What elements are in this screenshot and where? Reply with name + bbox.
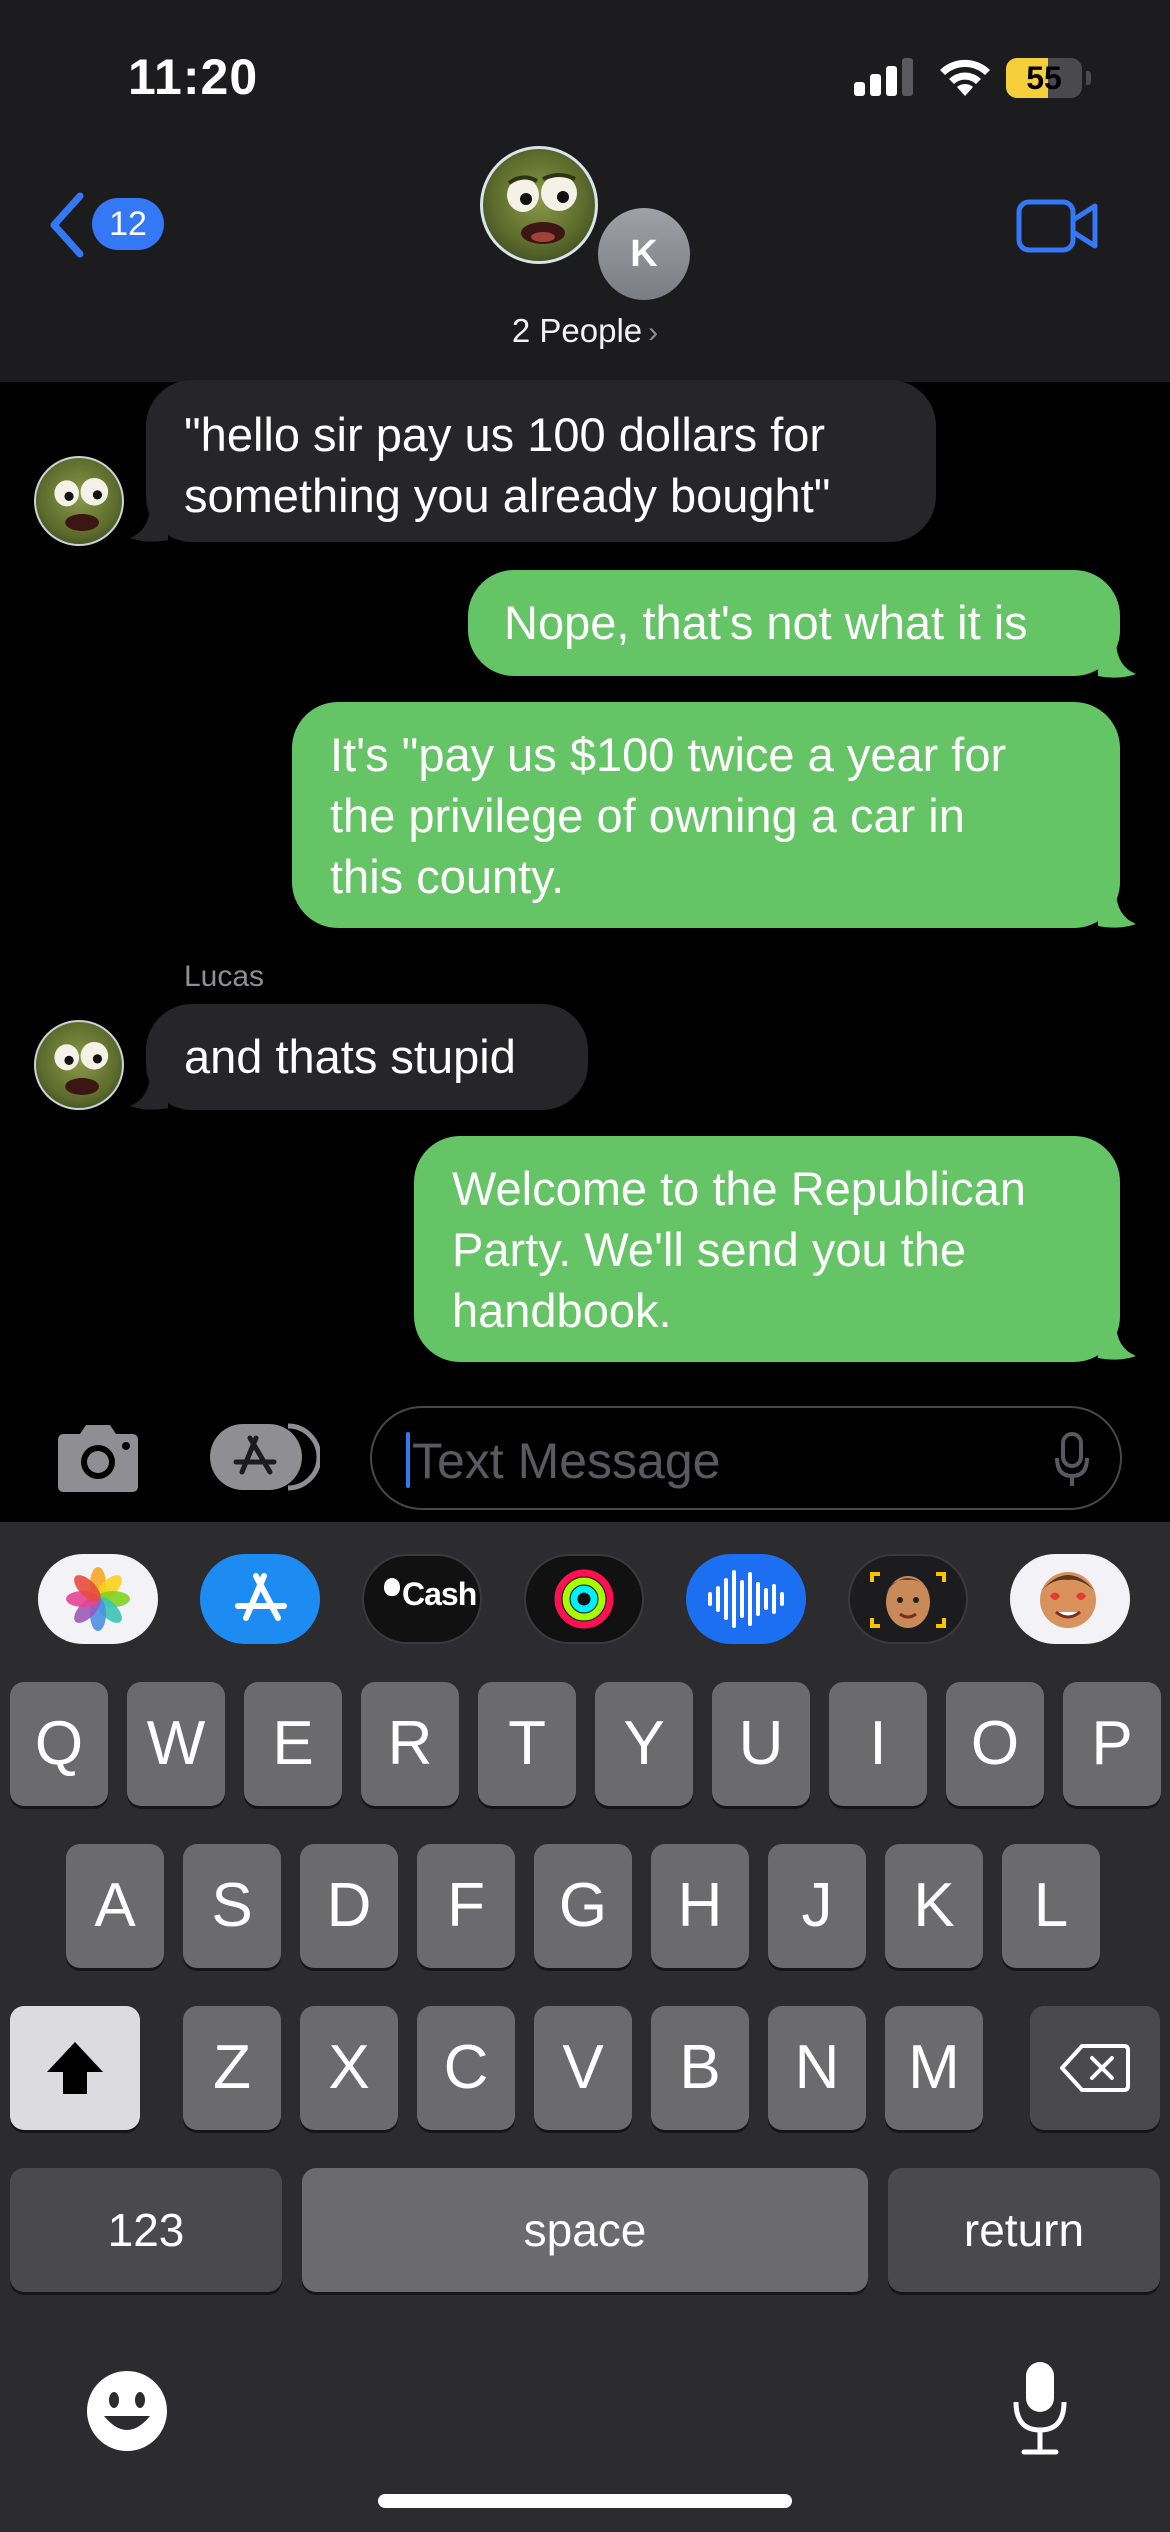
message-text: Welcome to the Republican (452, 1162, 1026, 1215)
group-details-link[interactable]: 2 People › (440, 312, 730, 350)
key-j[interactable]: J (768, 1844, 866, 1968)
numbers-key[interactable]: 123 (10, 2168, 282, 2292)
memoji-app-button[interactable] (848, 1554, 968, 1644)
sender-avatar[interactable] (34, 456, 124, 546)
frog-avatar-image (54, 1041, 109, 1095)
message-text: It's "pay us $100 twice a year for (330, 728, 1007, 781)
key-c[interactable]: C (417, 2006, 515, 2130)
video-camera-icon (1016, 199, 1098, 253)
cellular-signal-icon (854, 58, 914, 96)
imessage-app-strip: Cash (0, 1554, 1170, 1650)
key-g[interactable]: G (534, 1844, 632, 1968)
key-x[interactable]: X (300, 2006, 398, 2130)
return-key[interactable]: return (888, 2168, 1160, 2292)
message-input[interactable]: Text Message (370, 1406, 1122, 1510)
battery-indicator: 55 (1006, 58, 1092, 98)
apple-cash-app-button[interactable]: Cash (362, 1554, 482, 1644)
photos-icon (66, 1567, 130, 1631)
key-d[interactable]: D (300, 1844, 398, 1968)
app-store-app-button[interactable] (200, 1554, 320, 1644)
facetime-video-button[interactable] (1016, 198, 1100, 254)
message-text: and thats stupid (184, 1030, 516, 1083)
message-text: the privilege of owning a car in (330, 789, 965, 842)
key-k[interactable]: K (885, 1844, 983, 1968)
memoji-sticker-icon (1040, 1572, 1096, 1628)
delete-icon (1060, 2044, 1130, 2092)
dictation-mic-icon[interactable] (1010, 2358, 1070, 2458)
key-y[interactable]: Y (595, 1682, 693, 1806)
key-o[interactable]: O (946, 1682, 1044, 1806)
app-drawer-button[interactable] (208, 1420, 322, 1494)
fitness-app-button[interactable] (524, 1554, 644, 1644)
key-u[interactable]: U (712, 1682, 810, 1806)
camera-button[interactable] (52, 1422, 144, 1494)
key-z[interactable]: Z (183, 2006, 281, 2130)
text-cursor (406, 1432, 410, 1488)
waveform-icon (708, 1570, 784, 1628)
microphone-icon[interactable] (1054, 1432, 1090, 1488)
key-s[interactable]: S (183, 1844, 281, 1968)
delete-key[interactable] (1030, 2006, 1160, 2130)
message-text: this county. (330, 850, 565, 903)
app-store-icon (235, 1573, 287, 1621)
contact-avatar-k[interactable]: K (598, 208, 690, 300)
emoji-icon[interactable] (84, 2368, 170, 2454)
audio-message-app-button[interactable] (686, 1554, 806, 1644)
message-text: "hello sir pay us 100 dollars for (184, 408, 826, 461)
key-h[interactable]: H (651, 1844, 749, 1968)
key-q[interactable]: Q (10, 1682, 108, 1806)
message-bubble-outgoing[interactable]: It's "pay us $100 twice a year for the p… (292, 702, 1120, 928)
frog-avatar-image (507, 173, 577, 244)
photos-app-button[interactable] (38, 1554, 158, 1644)
app-store-icon (210, 1423, 322, 1491)
key-w[interactable]: W (127, 1682, 225, 1806)
frog-avatar-image (54, 477, 109, 531)
chevron-left-icon (50, 192, 84, 258)
message-bubble-outgoing[interactable]: Welcome to the Republican Party. We'll s… (414, 1136, 1120, 1362)
group-avatar[interactable] (480, 146, 598, 264)
key-f[interactable]: F (417, 1844, 515, 1968)
key-t[interactable]: T (478, 1682, 576, 1806)
key-v[interactable]: V (534, 2006, 632, 2130)
shift-icon (47, 2042, 103, 2094)
key-b[interactable]: B (651, 2006, 749, 2130)
key-i[interactable]: I (829, 1682, 927, 1806)
sender-avatar[interactable] (34, 1020, 124, 1110)
key-m[interactable]: M (885, 2006, 983, 2130)
back-button[interactable]: 12 (46, 188, 176, 268)
key-r[interactable]: R (361, 1682, 459, 1806)
key-a[interactable]: A (66, 1844, 164, 1968)
message-text: Party. We'll send you the (452, 1223, 967, 1276)
wifi-icon (940, 59, 990, 96)
unread-count-badge: 12 (92, 198, 164, 250)
space-bar[interactable]: space (302, 2168, 868, 2292)
message-input-placeholder: Text Message (412, 1433, 721, 1489)
home-indicator[interactable] (378, 2494, 792, 2508)
memoji-stickers-app-button[interactable] (1010, 1554, 1130, 1644)
shift-key[interactable] (10, 2006, 140, 2130)
memoji-icon (870, 1572, 946, 1628)
key-l[interactable]: L (1002, 1844, 1100, 1968)
key-n[interactable]: N (768, 2006, 866, 2130)
message-bubble-incoming[interactable]: "hello sir pay us 100 dollars for someth… (146, 380, 936, 542)
key-e[interactable]: E (244, 1682, 342, 1806)
message-text: something you already bought" (184, 469, 831, 522)
sender-name: Lucas (184, 960, 265, 993)
message-text: handbook. (452, 1284, 672, 1337)
apple-cash-label: Cash (402, 1576, 477, 1612)
message-text: Nope, that's not what it is (504, 596, 1028, 649)
battery-percent: 55 (1026, 60, 1062, 96)
chevron-right-icon: › (648, 316, 659, 349)
message-bubble-outgoing[interactable]: Nope, that's not what it is (468, 570, 1120, 676)
message-bubble-incoming[interactable]: and thats stupid (146, 1004, 588, 1110)
status-time: 11:20 (128, 49, 259, 105)
conversation-header: 11:20 55 12 K 2 People › (0, 0, 1170, 382)
key-p[interactable]: P (1063, 1682, 1161, 1806)
keyboard: Cash Q W E R T Y U I O P A S D F G H J K… (0, 1522, 1170, 2532)
activity-rings-icon (554, 1569, 614, 1629)
camera-icon (58, 1425, 138, 1492)
apple-logo-icon (384, 1578, 400, 1596)
people-count-label: 2 People (511, 312, 643, 349)
